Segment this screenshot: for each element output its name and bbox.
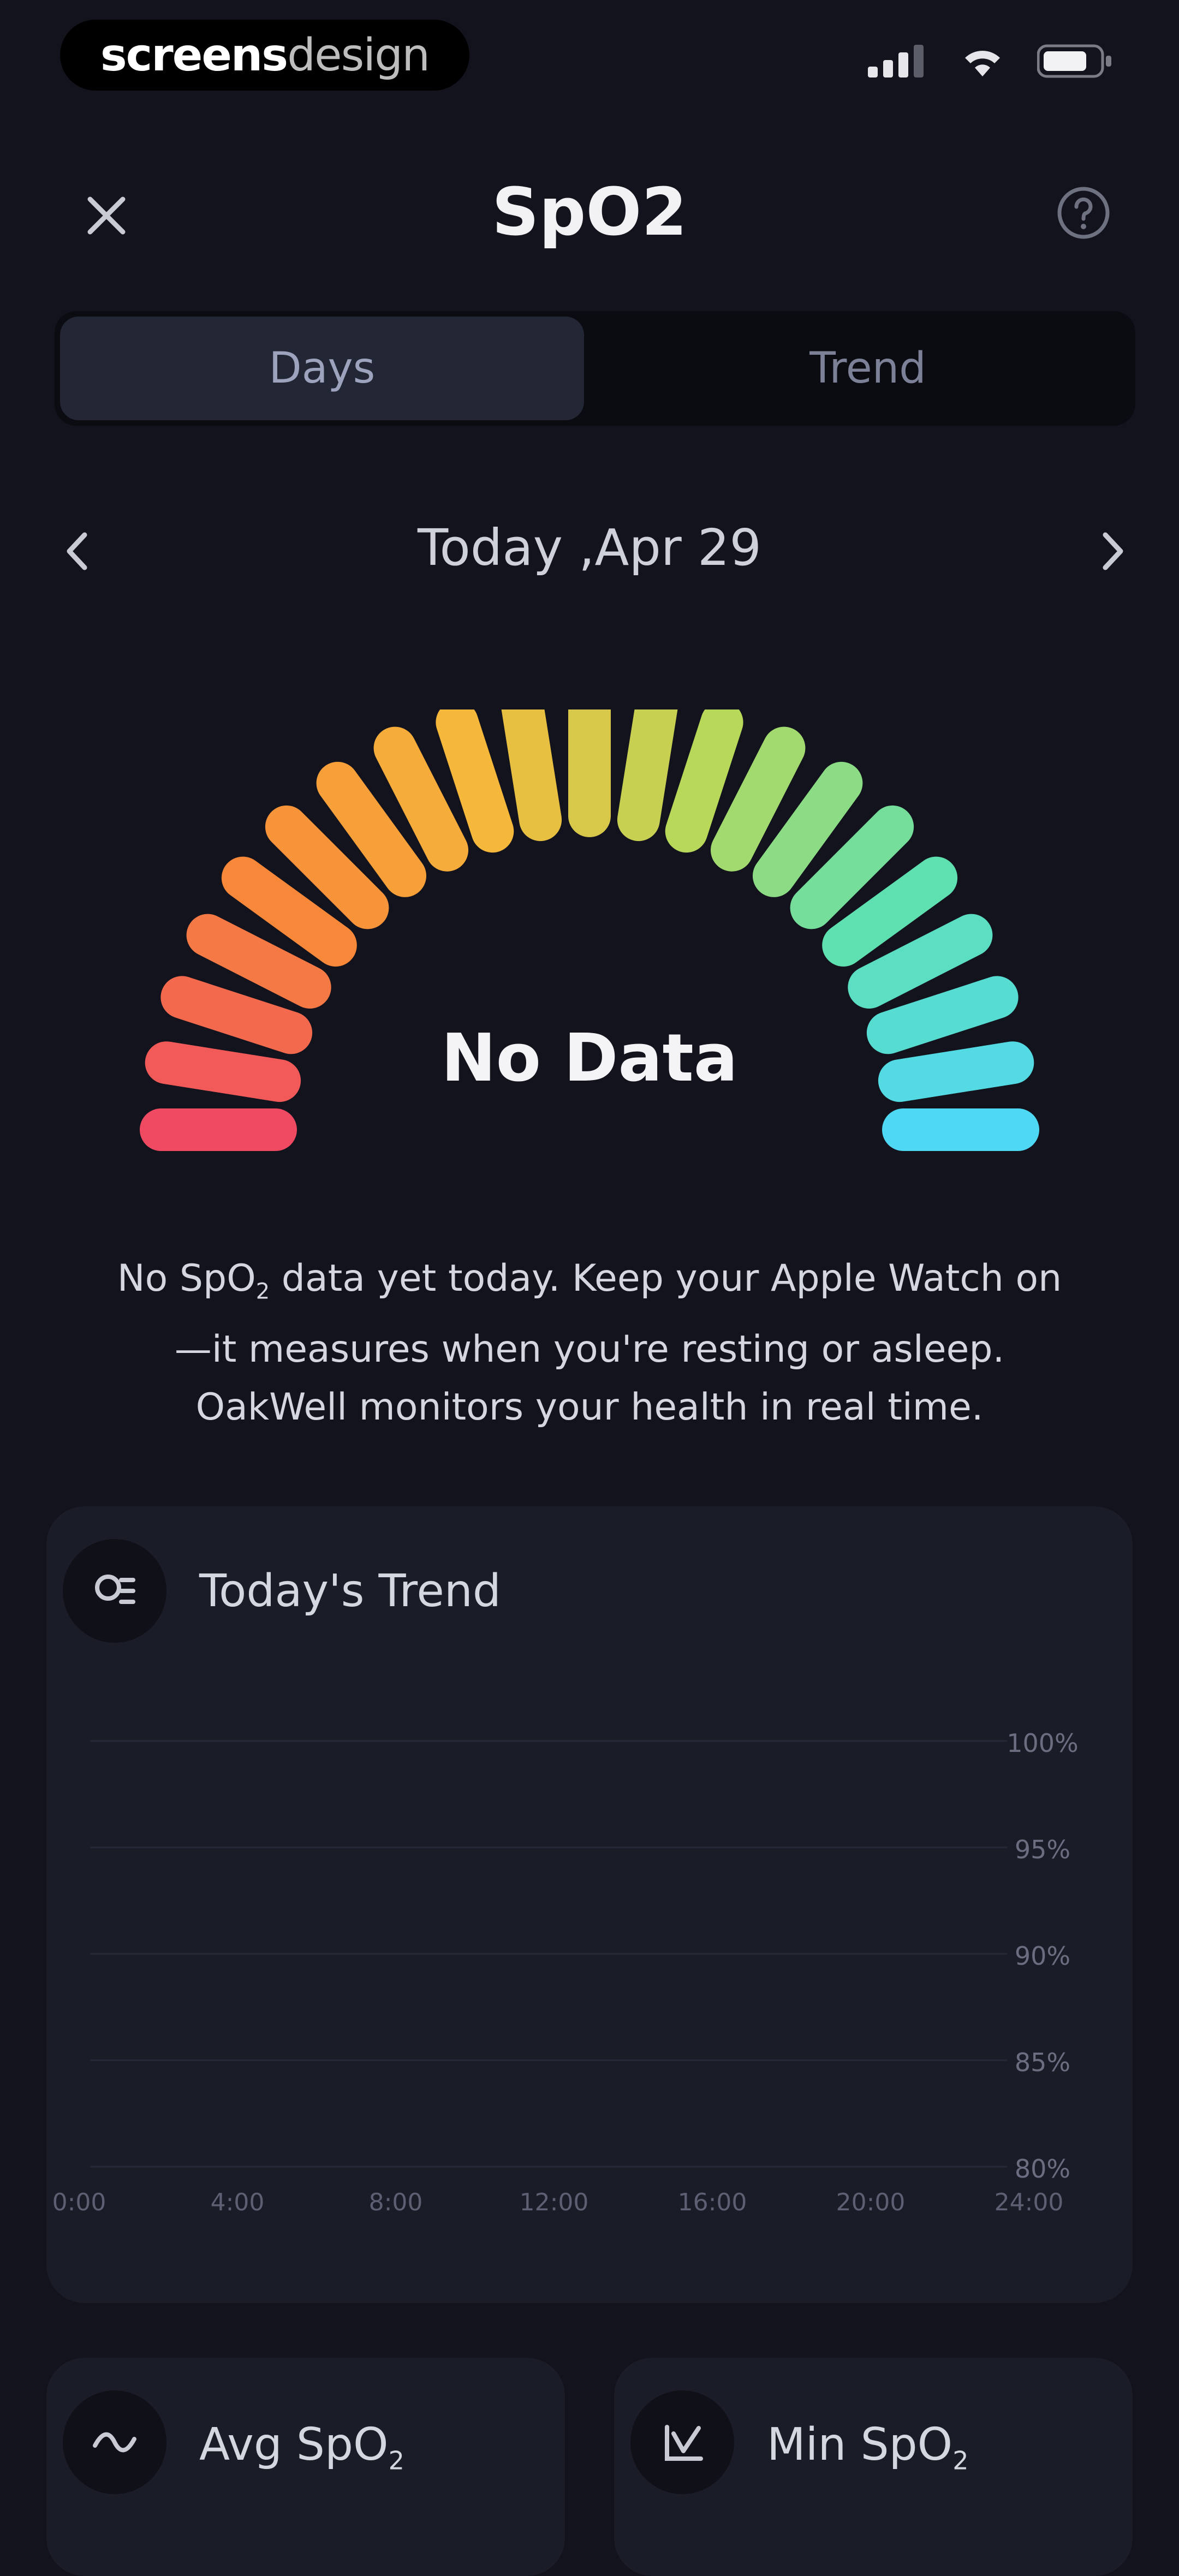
gauge-segment [436,709,514,853]
x-tick-label: 24:00 [995,2189,1064,2216]
gauge-segment [617,709,678,842]
min-spo2-label: Min SpO2 [767,2419,969,2476]
x-tick-label: 4:00 [211,2189,265,2216]
segmented-control: Days Trend [55,311,1135,426]
help-icon [1057,187,1110,239]
brand-logo: screens design [60,20,469,91]
min-chart-icon [665,2425,703,2461]
gauge-segment [501,709,562,842]
description-line-1: No SpO2 data yet today. Keep your Apple … [117,1257,1062,1304]
next-day-button[interactable] [1089,521,1138,581]
battery-icon [1037,44,1111,78]
gauge-segment [186,914,331,1009]
min-chart-icon-badge [630,2390,734,2494]
trend-chart: 100% 95% 90% 85% 80% 0:00 4:00 8:00 12:00 16:00 20… [52,1728,1079,2216]
description-line-3: OakWell monitors your health in real tim… [195,1385,984,1429]
y-tick-label: 95% [1015,1835,1070,1864]
status-icons [868,44,1114,79]
gauge-value-label: No Data [441,1021,738,1096]
wave-icon-badge [63,2390,166,2494]
x-tick-label: 8:00 [369,2189,423,2216]
chevron-right-icon [1103,532,1123,570]
brand-light: design [287,29,430,81]
x-tick-label: 12:00 [520,2189,589,2216]
tab-trend[interactable]: Trend [606,317,1130,420]
avg-spo2-label: Avg SpO2 [199,2419,404,2476]
y-tick-label: 80% [1015,2154,1070,2184]
x-tick-label: 0:00 [52,2189,106,2216]
gauge-segment [711,726,806,872]
x-tick-label: 16:00 [678,2189,747,2216]
avg-spo2-card[interactable]: Avg SpO2 [46,2358,565,2576]
help-button[interactable] [1053,183,1114,243]
y-tick-label: 85% [1015,2048,1070,2077]
tab-days[interactable]: Days [60,317,584,420]
y-tick-label: 100% [1007,1728,1079,1758]
gauge-segment [848,914,993,1009]
brand-bold: screens [100,29,288,81]
x-tick-label: 20:00 [836,2189,906,2216]
page-title: SpO2 [492,175,687,251]
gauge-segment [373,726,468,872]
wifi-icon [965,51,1000,76]
spo2-gauge [140,709,1039,1151]
min-spo2-card[interactable]: Min SpO2 [614,2358,1133,2576]
wave-icon [93,2432,136,2453]
trend-card: Today's Trend 100% 95% 90% 85% 80% 0:00 4:00 8:… [46,1506,1133,2303]
signal-icon [868,45,924,77]
gauge-segment [665,709,743,853]
description-text: No SpO2 data yet today. Keep your Apple … [60,1250,1119,1436]
y-tick-label: 90% [1015,1941,1070,1971]
date-label: Today ,Apr 29 [417,518,762,577]
description-line-2: —it measures when you're resting or asle… [174,1327,1005,1371]
